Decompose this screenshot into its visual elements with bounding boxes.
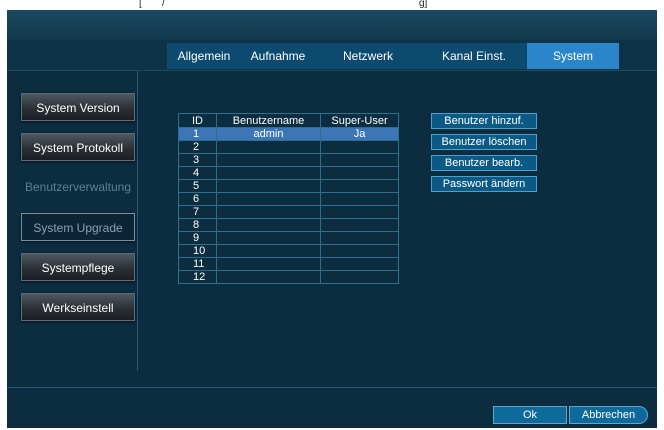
cell-id: 9 <box>178 231 217 245</box>
tab-aufnahme[interactable]: Aufnahme <box>241 43 315 69</box>
cell-username <box>216 205 321 219</box>
table-row[interactable]: 2 <box>178 140 399 154</box>
ok-button[interactable]: Ok <box>493 406 567 424</box>
top-strip: [ / g] <box>0 0 664 10</box>
sidebar-item-benutzerverwaltung: Benutzerverwaltung <box>24 180 132 194</box>
table-row[interactable]: 12 <box>178 270 399 284</box>
table-row[interactable]: 1 admin Ja <box>178 127 399 141</box>
cell-super-user: Ja <box>320 127 399 141</box>
sidebar: System Version System Protokoll Benutzer… <box>21 93 137 333</box>
table-row[interactable]: 7 <box>178 205 399 219</box>
cell-username <box>216 192 321 206</box>
cell-super-user <box>320 231 399 245</box>
user-table: ID Benutzername Super-User 1 admin Ja 2 3 4 5 6… <box>178 113 399 284</box>
cell-id: 3 <box>178 153 217 167</box>
cell-id: 5 <box>178 179 217 193</box>
top-fragment: [ <box>139 0 142 9</box>
cell-super-user <box>320 270 399 284</box>
cancel-button[interactable]: Abbrechen <box>569 406 648 424</box>
cell-id: 8 <box>178 218 217 232</box>
table-row[interactable]: 10 <box>178 244 399 258</box>
cell-super-user <box>320 218 399 232</box>
tab-bar: Allgemein Aufnahme Netzwerk Kanal Einst.… <box>167 43 619 69</box>
cell-id: 2 <box>178 140 217 154</box>
settings-window: Allgemein Aufnahme Netzwerk Kanal Einst.… <box>7 10 657 428</box>
cell-username <box>216 140 321 154</box>
cell-id: 11 <box>178 257 217 271</box>
content-panel: System Version System Protokoll Benutzer… <box>7 70 657 428</box>
column-header-id: ID <box>178 113 217 128</box>
change-password-button[interactable]: Passwort ändern <box>431 176 537 192</box>
cell-id: 10 <box>178 244 217 258</box>
title-bar <box>7 10 657 40</box>
cell-username <box>216 270 321 284</box>
table-row[interactable]: 8 <box>178 218 399 232</box>
cell-super-user <box>320 153 399 167</box>
add-user-button[interactable]: Benutzer hinzuf. <box>431 113 537 129</box>
cell-super-user <box>320 179 399 193</box>
column-header-super-user: Super-User <box>320 113 399 128</box>
table-row[interactable]: 4 <box>178 166 399 180</box>
cell-username <box>216 179 321 193</box>
sidebar-item-system-version[interactable]: System Version <box>21 93 135 121</box>
cell-username <box>216 166 321 180</box>
cell-super-user <box>320 192 399 206</box>
sidebar-item-system-protokoll[interactable]: System Protokoll <box>21 133 135 161</box>
cell-username <box>216 231 321 245</box>
cell-super-user <box>320 205 399 219</box>
edit-user-button[interactable]: Benutzer bearb. <box>431 155 537 171</box>
cell-super-user <box>320 257 399 271</box>
sidebar-item-system-upgrade[interactable]: System Upgrade <box>21 213 135 241</box>
column-header-benutzername: Benutzername <box>216 113 321 128</box>
tab-system[interactable]: System <box>527 43 619 69</box>
cell-id: 12 <box>178 270 217 284</box>
table-header-row: ID Benutzername Super-User <box>178 113 399 128</box>
user-actions: Benutzer hinzuf. Benutzer löschen Benutz… <box>431 113 537 197</box>
cell-super-user <box>320 140 399 154</box>
cell-id: 4 <box>178 166 217 180</box>
sidebar-divider <box>137 71 138 371</box>
table-row[interactable]: 6 <box>178 192 399 206</box>
delete-user-button[interactable]: Benutzer löschen <box>431 134 537 150</box>
table-row[interactable]: 3 <box>178 153 399 167</box>
cell-username <box>216 153 321 167</box>
cell-super-user <box>320 244 399 258</box>
table-row[interactable]: 9 <box>178 231 399 245</box>
table-row[interactable]: 11 <box>178 257 399 271</box>
cell-username <box>216 218 321 232</box>
sidebar-item-systempflege[interactable]: Systempflege <box>21 253 135 281</box>
cell-super-user <box>320 166 399 180</box>
tab-netzwerk[interactable]: Netzwerk <box>315 43 421 69</box>
sidebar-item-werkseinstell[interactable]: Werkseinstell <box>21 293 135 321</box>
table-row[interactable]: 5 <box>178 179 399 193</box>
footer-divider <box>7 387 657 388</box>
cell-username: admin <box>216 127 321 141</box>
cell-username <box>216 244 321 258</box>
cell-id: 6 <box>178 192 217 206</box>
cell-username <box>216 257 321 271</box>
cell-id: 1 <box>178 127 217 141</box>
cell-id: 7 <box>178 205 217 219</box>
top-fragment: g] <box>419 0 428 9</box>
tab-allgemein[interactable]: Allgemein <box>167 43 241 69</box>
tab-kanal-einst[interactable]: Kanal Einst. <box>421 43 527 69</box>
top-fragment: / <box>162 0 165 9</box>
